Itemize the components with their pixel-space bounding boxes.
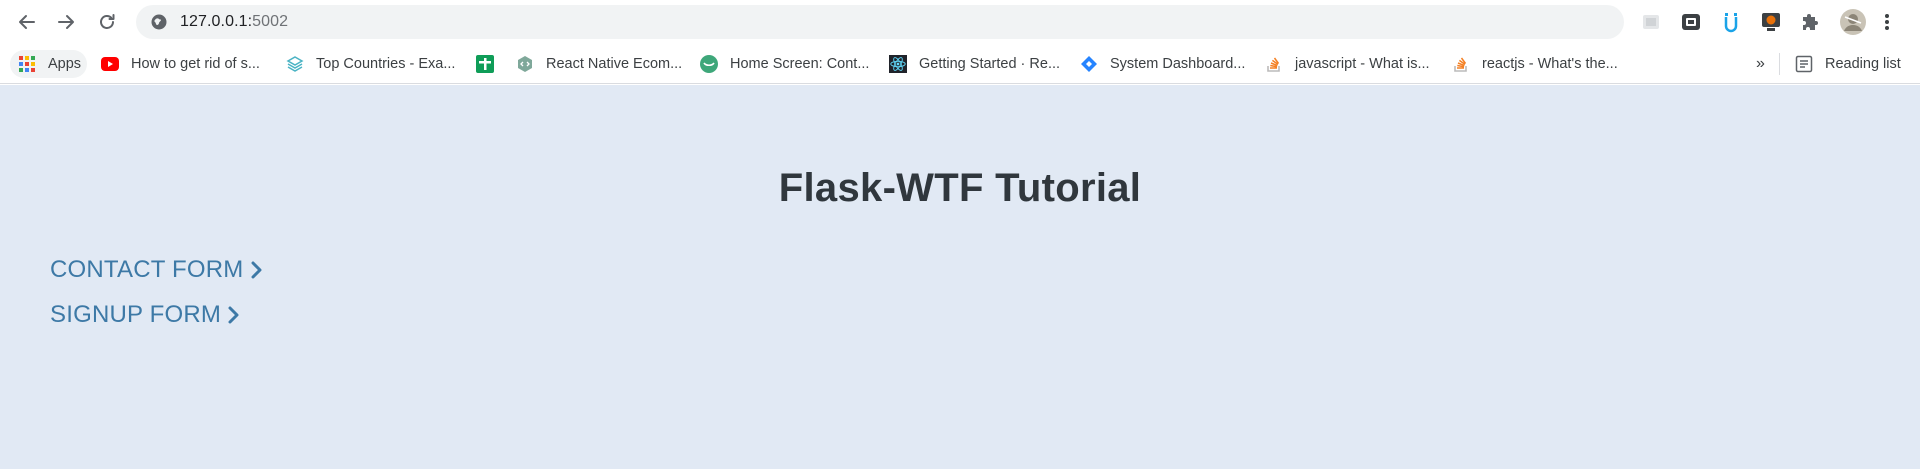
profile-button[interactable]	[1838, 7, 1868, 37]
bookmark-label: System Dashboard...	[1110, 56, 1246, 72]
extension-1-icon	[1643, 15, 1659, 29]
browser-menu-button[interactable]	[1877, 8, 1897, 36]
code-hex-icon	[516, 55, 534, 73]
youtube-icon	[101, 55, 119, 73]
stackoverflow-icon	[1452, 55, 1470, 73]
signup-form-label: SIGNUP FORM	[50, 301, 222, 328]
apps-grid-icon	[18, 55, 36, 73]
bookmark-label: Top Countries - Exa...	[316, 56, 456, 72]
stackoverflow-icon	[1265, 55, 1283, 73]
page-content: Flask-WTF Tutorial CONTACT FORM SIGNUP F…	[0, 85, 1920, 469]
bookmark-label: reactjs - What's the...	[1482, 56, 1618, 72]
bookmark-item[interactable]: reactjs - What's the...	[1452, 50, 1618, 78]
bookmarks-bar: Apps How to get rid of s... Top Countrie…	[0, 44, 1920, 84]
bookmarks-divider	[1779, 53, 1780, 75]
bookmark-item[interactable]: System Dashboard...	[1080, 50, 1245, 78]
reading-list-button[interactable]: Reading list	[1795, 50, 1901, 78]
extensions-button[interactable]	[1797, 8, 1825, 36]
overflow-chevron: »	[1756, 55, 1765, 72]
more-vert-icon	[1885, 14, 1889, 30]
bookmark-label: Home Screen: Cont...	[730, 56, 870, 72]
extension-3-button[interactable]	[1717, 8, 1745, 36]
chevron-right-icon	[228, 306, 239, 324]
bookmark-item[interactable]: React Native Ecom...	[516, 50, 682, 78]
bookmark-label: How to get rid of s...	[131, 56, 260, 72]
extension-4-button[interactable]	[1757, 8, 1785, 36]
bookmark-item[interactable]: How to get rid of s...	[101, 50, 260, 78]
extension-3-icon	[1724, 13, 1738, 33]
bookmark-item[interactable]: Home Screen: Cont...	[700, 50, 869, 78]
extension-4-icon	[1762, 13, 1780, 31]
signup-form-link[interactable]: SIGNUP FORM	[50, 301, 241, 329]
chevron-right-icon	[251, 261, 261, 279]
browser-toolbar: 127.0.0.1:5002	[0, 0, 1920, 44]
puzzle-icon	[1803, 14, 1818, 30]
extensions-area	[0, 8, 1920, 36]
extension-1-button[interactable]	[1637, 8, 1665, 36]
bookmark-label: Getting Started · Re...	[919, 56, 1061, 72]
extension-2-button[interactable]	[1677, 8, 1705, 36]
sheets-icon	[476, 55, 494, 73]
bookmark-apps[interactable]: Apps	[10, 50, 88, 78]
bookmark-item[interactable]: Getting Started · Re...	[889, 50, 1060, 78]
layers-icon	[286, 55, 304, 73]
reading-list-label: Reading list	[1825, 56, 1901, 72]
page-title: Flask-WTF Tutorial	[778, 166, 1142, 210]
green-circle-icon	[700, 55, 718, 73]
react-icon	[889, 55, 907, 73]
reading-list-icon	[1795, 55, 1813, 73]
bookmark-item[interactable]: Top Countries - Exa...	[286, 50, 455, 78]
contact-form-label: CONTACT FORM	[50, 256, 244, 283]
bookmark-label: Apps	[48, 56, 82, 72]
jira-icon	[1080, 55, 1098, 73]
extension-2-icon	[1682, 14, 1700, 30]
bookmark-item[interactable]: javascript - What is...	[1265, 50, 1430, 78]
contact-form-link[interactable]: CONTACT FORM	[50, 256, 264, 284]
bookmark-label: React Native Ecom...	[546, 56, 683, 72]
bookmark-item[interactable]	[476, 50, 494, 78]
bookmarks-overflow-button[interactable]: »	[1756, 50, 1765, 78]
avatar	[1840, 9, 1866, 35]
bookmark-label: javascript - What is...	[1295, 56, 1430, 72]
